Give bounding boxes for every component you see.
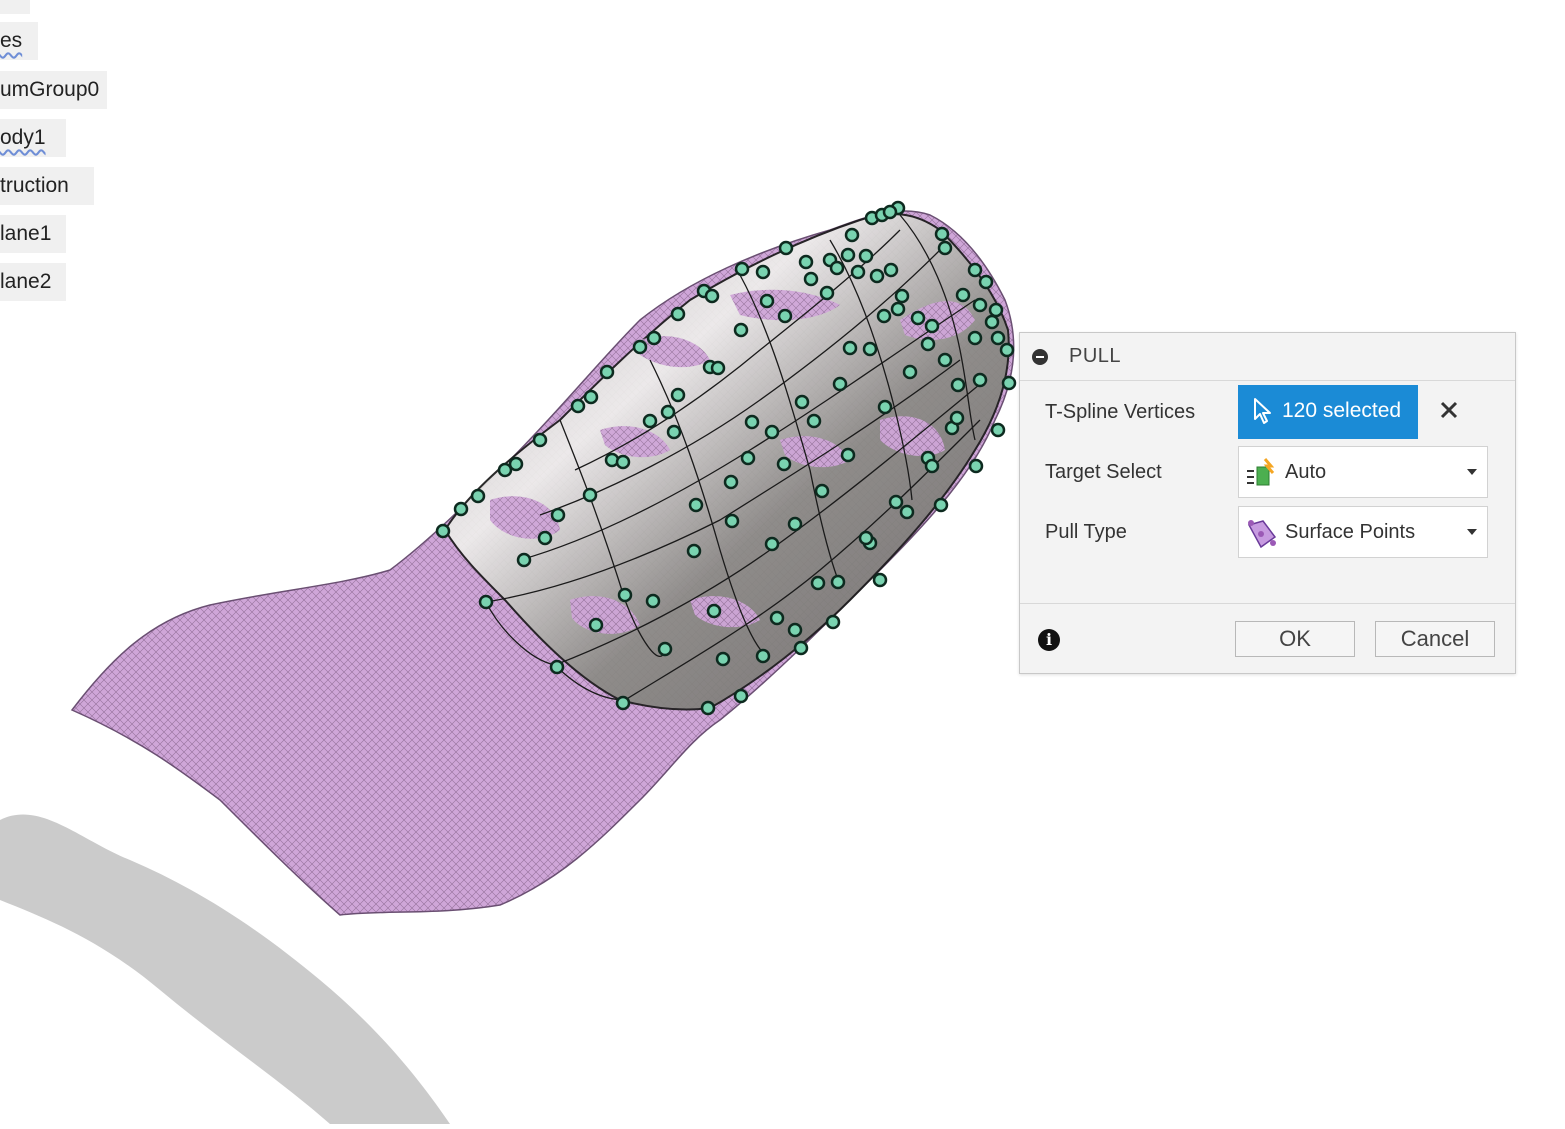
- browser-tree: es umGroup0 ody1 truction lane1 lane2: [0, 0, 160, 320]
- pull-type-dropdown[interactable]: Surface Points: [1238, 506, 1488, 558]
- cursor-icon: [1252, 397, 1272, 431]
- browser-item[interactable]: truction: [0, 167, 94, 205]
- clear-icon[interactable]: [1438, 399, 1460, 421]
- target-select-dropdown[interactable]: Auto: [1238, 446, 1488, 498]
- dialog-header: PULL: [1020, 333, 1515, 381]
- browser-item-label: es: [0, 29, 23, 52]
- browser-item-label: lane1: [0, 222, 52, 245]
- vertices-selection-button[interactable]: 120 selected: [1238, 385, 1418, 439]
- browser-item[interactable]: lane2: [0, 263, 66, 301]
- browser-item[interactable]: [0, 0, 30, 14]
- target-select-label: Target Select: [1045, 461, 1162, 483]
- browser-item-label: lane2: [0, 270, 52, 293]
- info-icon[interactable]: i: [1038, 629, 1060, 651]
- dialog-title: PULL: [1069, 345, 1122, 367]
- browser-item-label: umGroup0: [0, 78, 100, 101]
- vertices-selection-value: 120 selected: [1282, 399, 1402, 422]
- pull-type-label: Pull Type: [1045, 521, 1127, 543]
- vertices-label: T-Spline Vertices: [1045, 401, 1196, 423]
- collapse-icon[interactable]: [1032, 349, 1048, 365]
- target-select-value: Auto: [1285, 461, 1327, 483]
- dialog-footer: i OK Cancel: [1020, 603, 1515, 674]
- chevron-down-icon: [1467, 469, 1477, 475]
- browser-item[interactable]: umGroup0: [0, 71, 107, 109]
- chevron-down-icon: [1467, 529, 1477, 535]
- pull-type-value: Surface Points: [1285, 521, 1416, 543]
- browser-item[interactable]: lane1: [0, 215, 66, 253]
- target-select-icon: [1245, 457, 1279, 494]
- browser-item-label: truction: [0, 174, 69, 197]
- pull-dialog: PULL T-Spline Vertices 120 selected Targ…: [1019, 332, 1516, 674]
- ok-button[interactable]: OK: [1235, 621, 1355, 657]
- cancel-button[interactable]: Cancel: [1375, 621, 1495, 657]
- browser-item[interactable]: es: [0, 22, 38, 60]
- browser-item-label: ody1: [0, 126, 46, 149]
- browser-item[interactable]: ody1: [0, 119, 66, 157]
- surface-points-icon: [1245, 517, 1279, 556]
